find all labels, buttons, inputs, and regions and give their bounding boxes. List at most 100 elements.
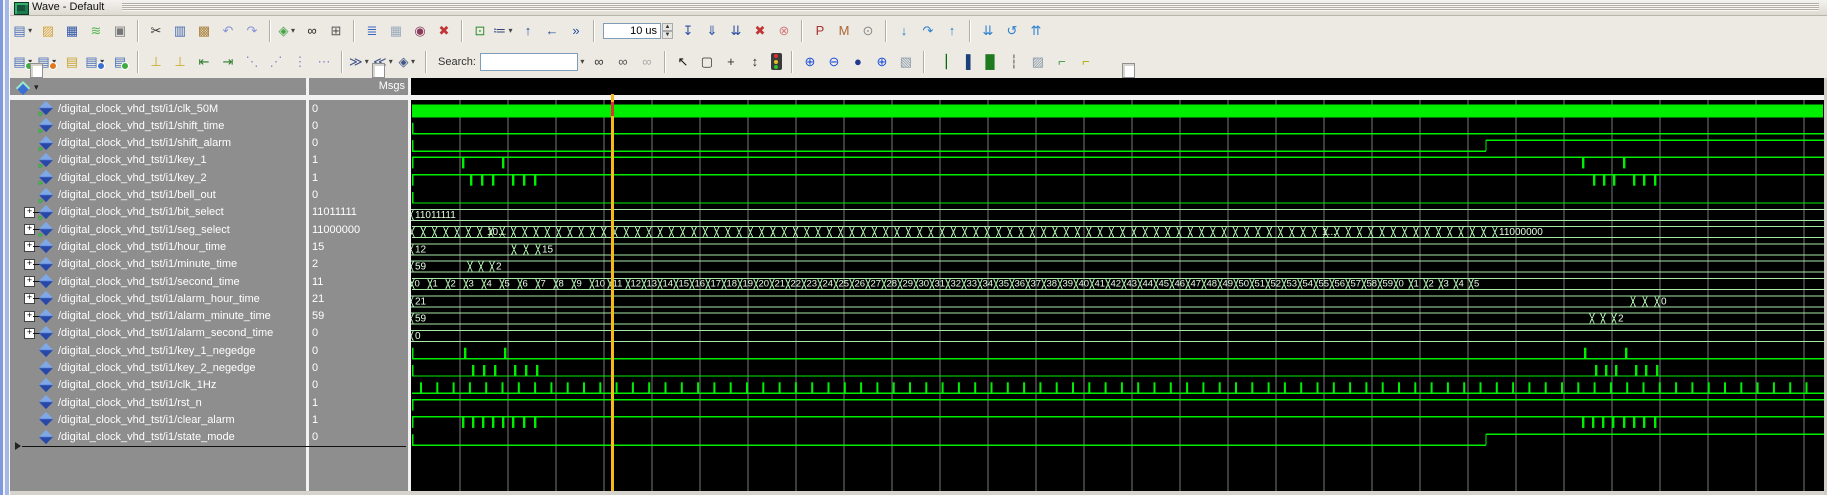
zoom-mode-button[interactable]: ▢	[695, 51, 719, 73]
up-hierarchy-button[interactable]: ↑	[516, 20, 540, 42]
dropdown-arrow-icon[interactable]: ▾	[26, 21, 35, 41]
run-all-button[interactable]: ⇊	[724, 20, 748, 42]
dropdown-arrow-icon[interactable]: ▾	[387, 52, 395, 72]
cursor-to-first-button[interactable]: ⇤	[192, 51, 216, 73]
stop-draw-button[interactable]	[770, 53, 782, 70]
performance-profile-button[interactable]: P	[808, 20, 832, 42]
show-drivers-button[interactable]: ▦	[384, 20, 408, 42]
signal-filter-dropdown-icon[interactable]: ▾	[34, 82, 39, 93]
save-button[interactable]: ▦	[60, 20, 84, 42]
run-length-spinner[interactable]: ▲▼	[603, 22, 673, 39]
cursor-to-last-button[interactable]: ⇥	[216, 51, 240, 73]
checker-display-button[interactable]: ▨	[1026, 51, 1050, 73]
open-file-button[interactable]: ▨	[36, 20, 60, 42]
expand-at-cursor-button[interactable]: ◈ ▾	[396, 51, 420, 73]
find-rising-edge-button[interactable]: ⋰	[264, 51, 288, 73]
zoom-out-button[interactable]: ⊖	[822, 51, 846, 73]
signal-row-rst-n[interactable]: /digital_clock_vhd_tst/i1/rst_n	[10, 394, 306, 411]
signal-row-minute-time[interactable]: +/digital_clock_vhd_tst/i1/minute_time	[10, 256, 306, 273]
title-bar[interactable]: Wave - Default	[10, 0, 1827, 16]
search-forward-button[interactable]: ∞	[611, 51, 635, 73]
signal-row-key-1[interactable]: ▸/digital_clock_vhd_tst/i1/key_1	[10, 152, 306, 170]
signal-row-hour-time[interactable]: +/digital_clock_vhd_tst/i1/hour_time	[10, 238, 306, 255]
find-previous-transition-button[interactable]: ↓	[892, 20, 916, 42]
find-previous-edge-small-button[interactable]: ⋮	[288, 51, 312, 73]
signal-row-clk-50m[interactable]: ▸/digital_clock_vhd_tst/i1/clk_50M	[10, 100, 306, 118]
paste-button[interactable]: ▩	[192, 20, 216, 42]
print-button[interactable]: ▣	[108, 20, 132, 42]
zoom-range-button[interactable]: ▧	[894, 51, 918, 73]
new-file-button[interactable]: ▤ ▾	[12, 20, 36, 42]
zoom-full-button[interactable]: ●	[846, 51, 870, 73]
insert-breakpoint-button[interactable]: ↷	[916, 20, 940, 42]
signal-row-state-mode[interactable]: /digital_clock_vhd_tst/i1/state_mode	[10, 429, 306, 446]
find-button[interactable]: ∞	[300, 20, 324, 42]
zoom-in-on-cursor-button[interactable]: ⊕	[870, 51, 894, 73]
find-next-edge-small-button[interactable]: ⋯	[312, 51, 336, 73]
toolbar-dock-handle-2[interactable]	[372, 63, 385, 78]
leaf-names-button[interactable]: ▐	[954, 51, 978, 73]
run-length-input[interactable]	[603, 22, 661, 39]
memory-profile-button[interactable]: M	[832, 20, 856, 42]
dropdown-arrow-icon[interactable]: ▾	[363, 52, 371, 72]
run-button[interactable]: ↧	[676, 20, 700, 42]
search-input[interactable]	[479, 52, 578, 71]
grid-green-button[interactable]: ⌐	[1050, 51, 1074, 73]
spin-up-icon[interactable]: ▲	[662, 22, 673, 31]
dropdown-arrow-icon[interactable]: ▾	[409, 52, 418, 72]
expanded-waveform-button[interactable]: █	[978, 51, 1002, 73]
delete-cursor-button[interactable]: ⊥	[168, 51, 192, 73]
signal-row-second-time[interactable]: +/digital_clock_vhd_tst/i1/second_time	[10, 273, 306, 290]
find-falling-edge-button[interactable]: ⋱	[240, 51, 264, 73]
compile-button[interactable]: ◈ ▾	[276, 20, 300, 42]
search-options-button[interactable]: ∞	[635, 51, 659, 73]
signal-row-key-2[interactable]: ▸/digital_clock_vhd_tst/i1/key_2	[10, 169, 306, 187]
find-previous-edge-button[interactable]: ⇊	[976, 20, 1000, 42]
signal-row-key-1-negedge[interactable]: /digital_clock_vhd_tst/i1/key_1_negedge	[10, 342, 306, 359]
zoom-in-button[interactable]: ⊕	[798, 51, 822, 73]
break-button[interactable]: ✖	[748, 20, 772, 42]
toolbar-dock-handle-3[interactable]	[1122, 63, 1135, 78]
dotted-grid-button[interactable]: ┆	[1002, 51, 1026, 73]
dropdown-arrow-icon[interactable]: ▾	[289, 21, 298, 41]
forward-button[interactable]: »	[564, 20, 588, 42]
find-first-edge-button[interactable]: ⇈	[1024, 20, 1048, 42]
expand-tree-button[interactable]: ⊞	[324, 20, 348, 42]
delete-button[interactable]: ✖	[432, 20, 456, 42]
dropdown-arrow-icon[interactable]: ▾	[506, 21, 515, 41]
export-wave-button[interactable]: ▤	[108, 51, 132, 73]
signal-row-bit-select[interactable]: + ▸/digital_clock_vhd_tst/i1/bit_select	[10, 204, 306, 222]
select-mode-button[interactable]: ↖	[671, 51, 695, 73]
stop-sim-button[interactable]: ⊗	[772, 20, 796, 42]
grid-yellow-button[interactable]: ⌐	[1074, 51, 1098, 73]
run-length-spin-arrows[interactable]: ▲ ▼	[662, 22, 673, 39]
restart-button[interactable]: ↺	[1000, 20, 1024, 42]
pan-hand-button[interactable]: ⊙	[856, 20, 880, 42]
run-continue-button[interactable]: ⇓	[700, 20, 724, 42]
signal-row-clk-1hz[interactable]: /digital_clock_vhd_tst/i1/clk_1Hz	[10, 377, 306, 394]
save-format-button[interactable]: ▤▾	[84, 51, 108, 73]
toolbar-dock-handle-1[interactable]	[30, 63, 43, 78]
add-selected-to-window-button[interactable]: ≣	[360, 20, 384, 42]
signal-row-key-2-negedge[interactable]: /digital_clock_vhd_tst/i1/key_2_negedge	[10, 360, 306, 377]
name-value-column-splitter[interactable]	[306, 78, 309, 491]
edit-mode-button[interactable]: ↕	[743, 51, 767, 73]
redo-button[interactable]: ↷	[240, 20, 264, 42]
event-traceback-button[interactable]: ≔ ▾	[492, 20, 516, 42]
signal-row-alarm-second-time[interactable]: +/digital_clock_vhd_tst/i1/alarm_second_…	[10, 325, 306, 342]
wave-cursor[interactable]	[611, 94, 614, 491]
full-waveform-button[interactable]: ▕	[930, 51, 954, 73]
search-reverse-button[interactable]: ∞	[587, 51, 611, 73]
cut-button[interactable]: ✂	[144, 20, 168, 42]
spin-down-icon[interactable]: ▼	[662, 30, 673, 39]
signal-row-bell-out[interactable]: ▸/digital_clock_vhd_tst/i1/bell_out	[10, 187, 306, 205]
signal-row-alarm-minute-time[interactable]: +/digital_clock_vhd_tst/i1/alarm_minute_…	[10, 308, 306, 325]
msgs-column-header[interactable]: Msgs	[309, 80, 405, 94]
lock-virtuals-button[interactable]: ⊡	[468, 20, 492, 42]
reload-button[interactable]: ≋	[84, 20, 108, 42]
signal-row-shift-time[interactable]: ▸/digital_clock_vhd_tst/i1/shift_time	[10, 117, 306, 135]
pan-mode-button[interactable]: +	[719, 51, 743, 73]
find-first-transition-button[interactable]: ↑	[940, 20, 964, 42]
expand-time-button[interactable]: ≫ ▾	[348, 51, 372, 73]
edit-wave-button[interactable]: ▤	[60, 51, 84, 73]
